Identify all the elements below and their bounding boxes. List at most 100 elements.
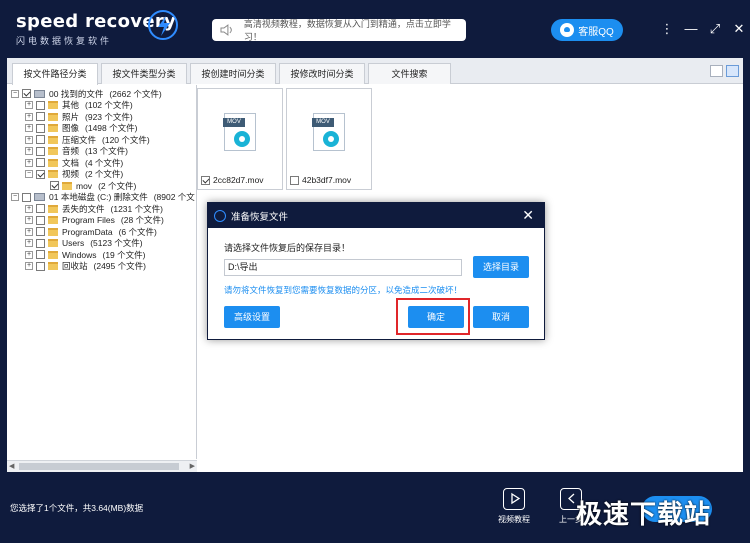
checkbox[interactable] [36, 100, 45, 110]
folder-icon [48, 239, 58, 247]
file-name: 2cc82d7.mov [213, 175, 264, 185]
collapse-icon[interactable]: − [11, 89, 19, 98]
folder-icon [48, 158, 58, 167]
list-view-icon[interactable] [710, 65, 723, 77]
expand-icon[interactable]: + [25, 262, 33, 270]
checkbox[interactable] [22, 89, 31, 98]
tree-node-audio[interactable]: + 音频 (13 个文件) [25, 146, 128, 157]
tree-node-program-data[interactable]: + ProgramData (6 个文件) [25, 226, 157, 237]
checkbox[interactable] [36, 215, 45, 225]
file-card[interactable]: MOV 42b3df7.mov [286, 88, 372, 190]
tree-node-recycle-bin[interactable]: + 回收站 (2495 个文件) [25, 261, 146, 272]
tree-node-program-files[interactable]: + Program Files (28 个文件) [25, 215, 164, 226]
tree-node-c-drive[interactable]: − 01 本地磁盘 (C:) 删除文件 (8902 个文 [11, 192, 195, 203]
dialog-title: 准备恢复文件 [231, 211, 289, 223]
expand-icon[interactable]: + [25, 124, 33, 132]
checkbox[interactable] [36, 238, 45, 248]
maximize-icon[interactable]: ⤢ [703, 20, 727, 38]
video-tutorial-button[interactable]: 视频教程 [494, 488, 534, 525]
site-watermark: 极速下载站 [576, 500, 712, 530]
tree-horizontal-scrollbar[interactable]: ◀ ▶ [7, 460, 197, 472]
checkbox[interactable] [36, 146, 45, 156]
cancel-button[interactable]: 取消 [473, 306, 529, 328]
close-icon[interactable]: ✕ [727, 20, 750, 38]
advanced-settings-button[interactable]: 高级设置 [224, 306, 280, 328]
tab-by-created[interactable]: 按创建时间分类 [190, 63, 276, 84]
minimize-icon[interactable]: — [679, 20, 703, 38]
category-tabs: 按文件路径分类 按文件类型分类 按创建时间分类 按修改时间分类 文件搜索 [7, 58, 743, 85]
browse-directory-button[interactable]: 选择目录 [473, 256, 529, 278]
expand-icon[interactable]: + [25, 158, 33, 167]
dialog-close-icon[interactable]: ✕ [522, 207, 534, 223]
expand-icon[interactable]: + [25, 101, 33, 109]
folder-icon [48, 204, 58, 213]
notice-text[interactable]: 高清视频教程，数据恢复从入门到精通，点击立即学习！ [244, 17, 466, 43]
file-checkbox[interactable] [201, 175, 210, 185]
checkbox[interactable] [36, 250, 45, 259]
customer-service-qq-button[interactable]: 客服QQ [551, 19, 623, 41]
collapse-icon[interactable]: − [11, 193, 19, 201]
collapse-icon[interactable]: − [25, 170, 33, 178]
tab-by-modified[interactable]: 按修改时间分类 [279, 63, 365, 84]
checkbox[interactable] [22, 192, 31, 202]
checkbox[interactable] [36, 204, 45, 213]
drive-icon [34, 89, 45, 98]
tab-file-search[interactable]: 文件搜索 [368, 63, 451, 84]
folder-icon [48, 124, 58, 132]
scroll-left-icon[interactable]: ◀ [9, 462, 14, 470]
dialog-prompt: 请选择文件恢复后的保存目录！ [224, 243, 351, 253]
qq-icon [560, 23, 575, 37]
play-icon [503, 488, 525, 510]
save-path-input[interactable]: D:\导出 [224, 259, 462, 276]
folder-icon [48, 170, 58, 178]
file-card[interactable]: MOV 2cc82d7.mov [197, 88, 283, 190]
dialog-title-bar: 准备恢复文件 [208, 203, 544, 228]
scroll-right-icon[interactable]: ▶ [190, 462, 195, 470]
tutorial-notice-bar[interactable]: 高清视频教程，数据恢复从入门到精通，点击立即学习！ [212, 17, 466, 43]
file-thumbnail[interactable]: MOV [287, 89, 371, 173]
tab-by-type[interactable]: 按文件类型分类 [101, 63, 187, 84]
window-controls: ⋮ — ⤢ ✕ [655, 20, 750, 38]
tree-node-other[interactable]: + 其他 (102 个文件) [25, 100, 133, 111]
tree-node-images[interactable]: + 图像 (1498 个文件) [25, 123, 137, 134]
tree-node-users[interactable]: + Users (5123 个文件) [25, 238, 143, 249]
expand-icon[interactable]: + [25, 112, 33, 121]
checkbox[interactable] [36, 135, 45, 144]
lightning-logo-icon [148, 10, 178, 40]
expand-icon[interactable]: + [25, 239, 33, 247]
folder-icon [48, 112, 58, 121]
confirm-highlight-box [396, 298, 470, 335]
checkbox[interactable] [36, 112, 45, 121]
checkbox[interactable] [36, 261, 45, 271]
tree-node-found-files[interactable]: − 00 找到的文件 (2662 个文件) [11, 88, 162, 99]
checkbox[interactable] [36, 169, 45, 179]
expand-icon[interactable]: + [25, 147, 33, 155]
menu-icon[interactable]: ⋮ [655, 20, 679, 38]
speaker-icon [220, 24, 232, 36]
expand-icon[interactable]: + [25, 204, 33, 213]
folder-icon [48, 262, 58, 270]
mov-file-icon: MOV [223, 113, 256, 151]
tree-node-archives[interactable]: + 压缩文件 (120 个文件) [25, 134, 150, 145]
tree-node-windows[interactable]: + Windows (19 个文件) [25, 249, 145, 260]
checkbox[interactable] [36, 158, 45, 167]
expand-icon[interactable]: + [25, 227, 33, 236]
tree-node-mov[interactable]: mov (2 个文件) [50, 180, 136, 191]
tree-node-documents[interactable]: + 文档 (4 个文件) [25, 157, 123, 168]
tree-node-photos[interactable]: + 照片 (923 个文件) [25, 111, 133, 122]
folder-icon [48, 135, 58, 144]
file-checkbox[interactable] [290, 175, 299, 185]
expand-icon[interactable]: + [25, 216, 33, 224]
checkbox[interactable] [36, 123, 45, 133]
scroll-thumb[interactable] [19, 463, 179, 470]
grid-view-icon[interactable] [726, 65, 739, 77]
expand-icon[interactable]: + [25, 250, 33, 259]
expand-icon[interactable]: + [25, 135, 33, 144]
tree-node-lost-files[interactable]: + 丢失的文件 (1231 个文件) [25, 203, 163, 214]
tree-node-video[interactable]: − 视频 (2 个文件) [25, 169, 123, 180]
checkbox[interactable] [36, 227, 45, 236]
checkbox[interactable] [50, 181, 59, 190]
folder-tree: − 00 找到的文件 (2662 个文件) + 其他 (102 个文件) + 照片(… [7, 85, 197, 459]
tab-by-path[interactable]: 按文件路径分类 [12, 63, 98, 85]
file-thumbnail[interactable]: MOV [198, 89, 282, 173]
